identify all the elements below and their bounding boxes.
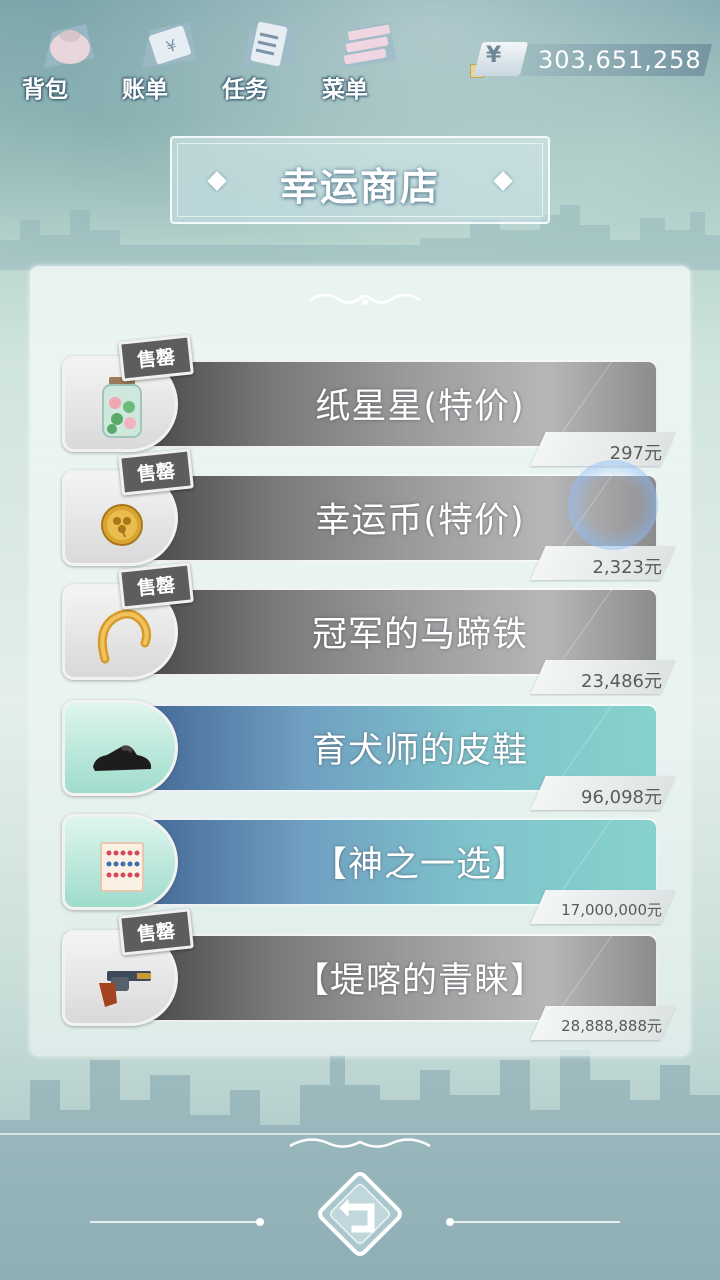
nav-menu-button[interactable]: 菜单 [320, 8, 410, 108]
item-price: 23,486元 [581, 671, 662, 692]
back-arrow-icon [318, 1172, 402, 1256]
item-price-tag: 96,098元 [530, 776, 676, 810]
item-slot [62, 814, 178, 910]
glowing-orb-effect [568, 460, 658, 550]
nav-menu-label: 菜单 [322, 77, 368, 103]
yen-symbol: ¥ [486, 43, 502, 68]
item-price: 96,098元 [581, 787, 662, 808]
item-name: 【神之一选】 [311, 845, 528, 885]
item-name: 【堤喀的青睐】 [293, 961, 546, 1001]
leather-shoe-icon [93, 745, 151, 771]
item-price-tag: 17,000,000元 [530, 890, 676, 924]
nav-bill-label: 账单 [122, 77, 168, 103]
revolver-icon [99, 971, 151, 1007]
clover-coin-icon [101, 504, 143, 546]
item-name: 育犬师的皮鞋 [311, 731, 528, 771]
item-price-tag: 2,323元 [530, 546, 676, 580]
shop-item-row-6[interactable]: 【堤喀的青睐】 28,888,888元 售罄 [62, 908, 676, 1040]
side-ornament-left [90, 1218, 264, 1226]
item-price-tag: 23,486元 [530, 660, 676, 694]
swirl-ornament [309, 293, 421, 305]
task-icon [242, 21, 296, 68]
bill-icon: ¥ [142, 22, 196, 68]
nav-task-button[interactable]: 任务 [220, 8, 310, 108]
nav-task-label: 任务 [222, 77, 268, 103]
money-amount: 303,651,258 [538, 46, 702, 74]
shop-item-row-3[interactable]: 冠军的马蹄铁 23,486元 售罄 [62, 562, 676, 694]
paper-star-jar-icon [102, 377, 142, 438]
menu-icon [342, 22, 396, 68]
nav-bag-button[interactable]: 背包 [20, 8, 110, 108]
lottery-ticket-icon [100, 842, 144, 892]
item-price: 17,000,000元 [561, 901, 662, 919]
item-price: 2,323元 [592, 557, 662, 578]
horseshoe-icon [97, 609, 152, 664]
item-price: 28,888,888元 [561, 1017, 662, 1035]
bag-icon [44, 24, 94, 68]
back-button[interactable] [308, 1162, 412, 1266]
bottom-divider-ornament [0, 1133, 720, 1148]
sold-out-tag: 售罄 [118, 448, 194, 496]
sold-out-tag: 售罄 [118, 908, 194, 956]
item-price-tag: 28,888,888元 [530, 1006, 676, 1040]
money-display: ¥ 303,651,258 [470, 42, 712, 78]
nav-bill-button[interactable]: ¥ 账单 [120, 8, 210, 108]
shop-item-row-4[interactable]: 育犬师的皮鞋 96,098元 [62, 700, 676, 810]
shop-title: 幸运商店 [279, 165, 440, 209]
side-ornament-right [446, 1218, 620, 1226]
item-name: 纸星星(特价) [315, 387, 525, 427]
shop-item-row-5[interactable]: 【神之一选】 17,000,000元 [62, 814, 676, 924]
item-slot [62, 700, 178, 796]
shop-title-box: 幸运商店 [170, 136, 550, 224]
shop-item-row-1[interactable]: 纸星星(特价) 297元 售罄 [62, 334, 676, 466]
top-navigation: 背包 ¥ 账单 任务 菜单 [20, 8, 440, 108]
sold-out-tag: 售罄 [118, 334, 194, 382]
sold-out-tag: 售罄 [118, 562, 194, 610]
nav-bag-label: 背包 [22, 77, 68, 103]
item-name: 冠军的马蹄铁 [311, 615, 528, 655]
